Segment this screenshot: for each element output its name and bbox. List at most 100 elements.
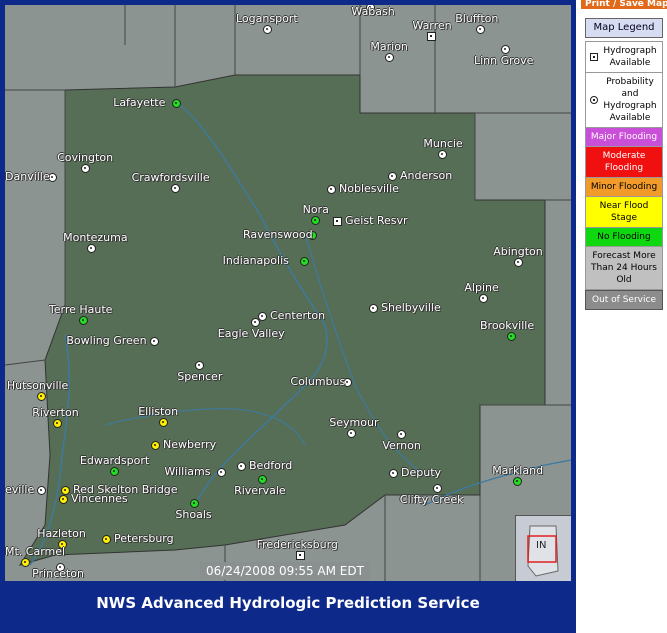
station-label[interactable]: Alpine [464,281,498,294]
station-label[interactable]: Logansport [236,12,298,25]
station-label[interactable]: Hazleton [37,527,86,540]
station-label[interactable]: Deputy [401,466,441,479]
station-marker[interactable] [190,499,199,508]
print-save-map-button[interactable]: Print / Save Map [581,0,667,9]
station-marker[interactable] [433,484,442,493]
station-label[interactable]: Elliston [138,405,178,418]
station-marker[interactable] [438,150,447,159]
station-label[interactable]: Noblesville [339,182,399,195]
station-marker[interactable] [369,304,378,313]
station-label[interactable]: Mt. Carmel [5,545,65,558]
station-label[interactable]: Muncie [423,137,462,150]
station-label[interactable]: Clifty Creek [400,493,464,506]
inset-locator-map[interactable]: IN [515,515,571,581]
station-marker[interactable] [151,441,160,450]
station-marker[interactable] [81,164,90,173]
station-marker[interactable] [21,558,30,567]
station-marker[interactable] [171,184,180,193]
station-marker[interactable] [501,45,510,54]
station-label[interactable]: Lafayette [113,96,165,109]
legend-item: Major Flooding [585,128,663,147]
station-label[interactable]: Geist Resvr [345,214,408,227]
station-label[interactable]: Riverton [32,406,79,419]
station-marker[interactable] [476,25,485,34]
station-label[interactable]: Anderson [400,169,452,182]
station-label[interactable]: Indianapolis [223,254,289,267]
station-label[interactable]: Vernon [382,439,420,452]
station-label[interactable]: Columbus [290,375,345,388]
station-label[interactable]: Linn Grove [474,54,533,67]
station-marker[interactable] [150,337,159,346]
station-marker[interactable] [195,361,204,370]
station-marker[interactable] [102,535,111,544]
station-label[interactable]: Bedford [249,459,292,472]
map-legend-button[interactable]: Map Legend [585,18,663,38]
station-label[interactable]: Shoals [175,508,211,521]
station-label[interactable]: Covington [57,151,113,164]
square-marker-icon [590,53,598,61]
station-marker[interactable] [61,486,70,495]
station-label[interactable]: Wabash [351,5,394,18]
station-label[interactable]: Hutsonville [7,379,68,392]
station-marker[interactable] [333,217,342,226]
station-label[interactable]: Danville [5,170,50,183]
station-marker[interactable] [513,477,522,486]
station-marker[interactable] [263,25,272,34]
station-marker[interactable] [172,99,181,108]
station-marker[interactable] [385,53,394,62]
hydrologic-map[interactable]: Logansport Wabash Warren Bluffton Marion Linn… [5,5,571,581]
station-marker[interactable] [388,172,397,181]
station-marker[interactable] [37,392,46,401]
station-label[interactable]: Abington [493,245,543,258]
station-marker[interactable] [479,294,488,303]
station-label[interactable]: Williams [164,465,210,478]
station-marker[interactable] [53,419,62,428]
station-marker[interactable] [159,418,168,427]
station-label[interactable]: Petersburg [114,532,174,545]
station-label[interactable]: Bowling Green [66,334,146,347]
station-label[interactable]: Ravenswood [243,228,313,241]
station-label[interactable]: Montezuma [63,231,127,244]
station-label[interactable]: Marion [370,40,408,53]
station-label[interactable]: Rivervale [234,484,286,497]
station-label[interactable]: Terre Haute [49,303,113,316]
station-label[interactable]: Seymour [329,416,378,429]
station-label[interactable]: Eagle Valley [218,327,285,340]
station-label[interactable]: Bluffton [455,12,498,25]
station-marker[interactable] [347,429,356,438]
station-marker[interactable] [296,551,305,560]
station-marker[interactable] [59,495,68,504]
station-label[interactable]: Princeton [32,567,84,580]
station-marker[interactable] [507,332,516,341]
station-marker[interactable] [251,318,260,327]
station-marker[interactable] [110,467,119,476]
station-label[interactable]: Markland [492,464,543,477]
station-label[interactable]: eville [5,483,34,496]
station-marker[interactable] [37,486,46,495]
station-marker[interactable] [311,216,320,225]
station-marker[interactable] [79,316,88,325]
station-marker[interactable] [237,462,246,471]
footer-title: NWS Advanced Hydrologic Prediction Servi… [96,594,480,612]
station-marker[interactable] [87,244,96,253]
station-label[interactable]: Crawfordsville [132,171,210,184]
legend-item-label: Moderate Flooding [602,151,646,173]
station-marker[interactable] [397,430,406,439]
station-label[interactable]: Brookville [480,319,534,332]
station-label[interactable]: Fredericksburg [257,538,338,551]
station-label[interactable]: Shelbyville [381,301,441,314]
station-marker[interactable] [327,185,336,194]
station-marker[interactable] [427,32,436,41]
station-label[interactable]: Newberry [163,438,216,451]
station-label[interactable]: Edwardsport [80,454,149,467]
station-marker[interactable] [389,469,398,478]
station-label[interactable]: Vincennes [71,492,128,505]
station-marker[interactable] [514,258,523,267]
station-marker[interactable] [217,468,226,477]
station-label[interactable]: Spencer [177,370,222,383]
station-marker[interactable] [300,257,309,266]
station-label[interactable]: Centerton [270,309,325,322]
station-label[interactable]: Nora [303,203,329,216]
station-label[interactable]: Warren [412,19,451,32]
station-marker[interactable] [258,475,267,484]
